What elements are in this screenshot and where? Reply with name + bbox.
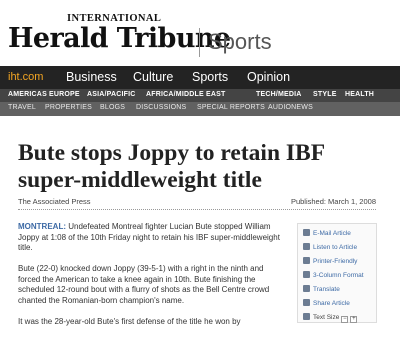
nav-culture[interactable]: Culture xyxy=(133,70,173,84)
article-source: The Associated Press xyxy=(18,197,91,206)
nav-special-reports[interactable]: SPECIAL REPORTS xyxy=(197,104,265,111)
columns-icon xyxy=(303,271,310,278)
nav-blogs[interactable]: BLOGS xyxy=(100,104,125,111)
three-column-link[interactable]: 3-Column Format xyxy=(303,271,364,281)
masthead-divider xyxy=(199,28,200,57)
share-icon xyxy=(303,299,310,306)
text-size-icon xyxy=(303,313,310,320)
nav-asia-pacific[interactable]: ASIA/PACIFIC xyxy=(87,91,136,98)
article-dateline: MONTREAL: xyxy=(18,222,66,231)
printer-friendly-link[interactable]: Printer-Friendly xyxy=(303,257,357,267)
nav-discussions[interactable]: DISCUSSIONS xyxy=(136,104,186,111)
translate-label: Translate xyxy=(313,286,340,293)
nav-americas[interactable]: AMERICAS xyxy=(8,91,47,98)
share-article-link[interactable]: Share Article xyxy=(303,299,350,309)
speaker-icon xyxy=(303,243,310,250)
nav-opinion[interactable]: Opinion xyxy=(247,70,290,84)
masthead-section[interactable]: Sports xyxy=(208,29,272,55)
article-body: MONTREAL: Undefeated Montreal fighter Lu… xyxy=(18,222,286,338)
envelope-icon xyxy=(303,229,310,236)
nav-business[interactable]: Business xyxy=(66,70,117,84)
nav-audionews[interactable]: AUDIONEWS xyxy=(268,104,313,111)
article-paragraph: It was the 28-year-old Bute's first defe… xyxy=(18,316,241,326)
nav-tech-media[interactable]: TECH/MEDIA xyxy=(256,91,302,98)
three-column-label: 3-Column Format xyxy=(313,272,364,279)
article-meta: The Associated Press Published: March 1,… xyxy=(18,196,376,210)
nav-properties[interactable]: PROPERTIES xyxy=(45,104,92,111)
email-article-label: E-Mail Article xyxy=(313,230,351,237)
article-paragraph: MONTREAL: Undefeated Montreal fighter Lu… xyxy=(18,222,286,254)
text-size-label: Text Size xyxy=(313,314,340,321)
article-published-date: Published: March 1, 2008 xyxy=(290,197,376,206)
nav-europe[interactable]: EUROPE xyxy=(49,91,80,98)
nav-home[interactable]: iht.com xyxy=(8,71,43,83)
masthead: INTERNATIONAL Herald Tribune Sports xyxy=(0,0,400,66)
printer-icon xyxy=(303,257,310,264)
email-article-link[interactable]: E-Mail Article xyxy=(303,229,351,239)
primary-nav: iht.com Business Culture Sports Opinion xyxy=(0,66,400,89)
nav-style[interactable]: STYLE xyxy=(313,91,337,98)
nav-africa-middle-east[interactable]: AFRICA/MIDDLE EAST xyxy=(146,91,225,98)
article-tools: E-Mail Article Listen to Article Printer… xyxy=(297,223,377,323)
translate-link[interactable]: Translate xyxy=(303,285,340,295)
masthead-logo[interactable]: Herald Tribune xyxy=(8,23,231,54)
nav-sports[interactable]: Sports xyxy=(192,70,228,84)
listen-article-link[interactable]: Listen to Article xyxy=(303,243,357,253)
share-article-label: Share Article xyxy=(313,300,350,307)
text-size-control: Text Size − + xyxy=(303,313,358,323)
tertiary-nav: TRAVEL PROPERTIES BLOGS DISCUSSIONS SPEC… xyxy=(0,102,400,116)
article-title: Bute stops Joppy to retain IBF super-mid… xyxy=(18,140,325,193)
article-paragraph: Bute (22-0) knocked down Joppy (39-5-1) … xyxy=(18,264,270,305)
text-size-increase-button[interactable]: + xyxy=(350,316,358,323)
text-size-decrease-button[interactable]: − xyxy=(341,316,349,323)
translate-icon xyxy=(303,285,310,292)
secondary-nav: AMERICAS EUROPE ASIA/PACIFIC AFRICA/MIDD… xyxy=(0,89,400,102)
nav-health[interactable]: HEALTH xyxy=(345,91,374,98)
listen-article-label: Listen to Article xyxy=(313,244,358,251)
printer-friendly-label: Printer-Friendly xyxy=(313,258,358,265)
nav-travel[interactable]: TRAVEL xyxy=(8,104,36,111)
